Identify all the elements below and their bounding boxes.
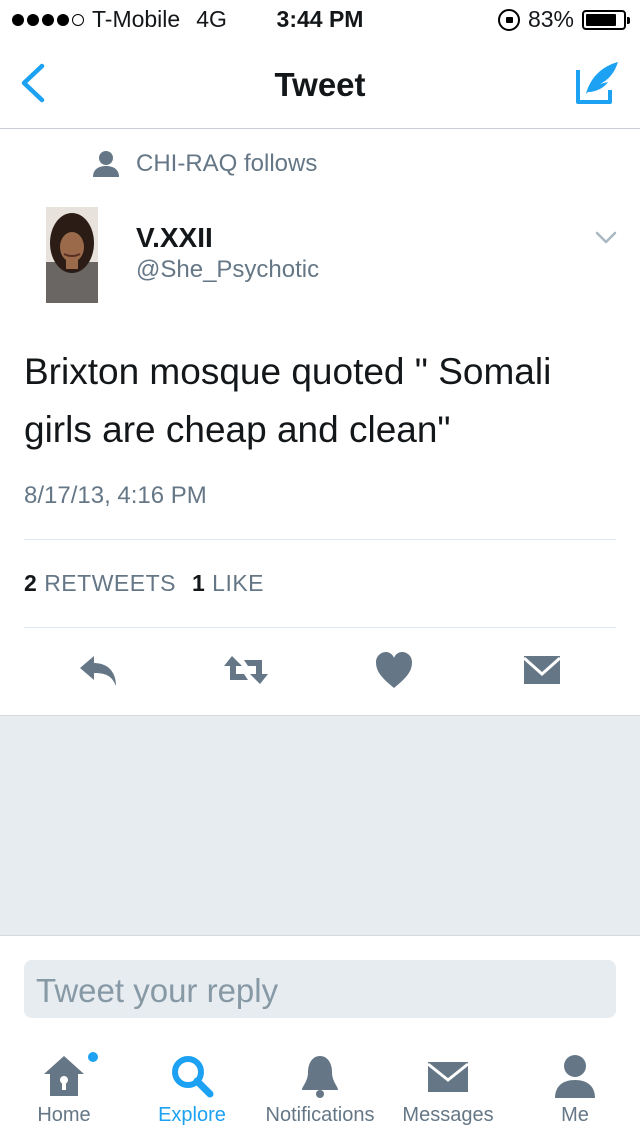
orientation-lock-icon <box>497 8 520 31</box>
tab-explore[interactable]: Explore <box>138 1040 246 1136</box>
chevron-down-icon <box>595 231 617 244</box>
tab-label: Me <box>561 1104 589 1126</box>
heart-icon <box>376 652 412 688</box>
user-handle[interactable]: @She_Psychotic <box>136 256 319 284</box>
person-icon <box>93 151 119 177</box>
tweet-stats: 2 RETWEETS 1 LIKE <box>24 570 264 597</box>
tab-label: Explore <box>158 1104 226 1126</box>
tab-label: Home <box>37 1104 91 1126</box>
avatar[interactable] <box>46 207 98 303</box>
tab-home[interactable]: Home <box>10 1040 118 1136</box>
retweets-stat[interactable]: 2 RETWEETS <box>24 570 176 597</box>
bell-icon <box>302 1056 338 1098</box>
likes-count: 1 <box>191 570 206 596</box>
battery-percent: 83% <box>527 6 574 32</box>
direct-message-button[interactable] <box>520 648 564 692</box>
envelope-icon <box>427 1062 469 1092</box>
retweets-count: 2 <box>24 570 38 596</box>
page-title: Tweet <box>274 66 366 103</box>
search-icon <box>172 1056 214 1098</box>
divider <box>24 539 616 540</box>
reply-icon <box>80 656 116 686</box>
social-context: CHI-RAQ follows <box>92 150 317 178</box>
status-bar: T-Mobile 4G 3:44 PM 83% <box>0 0 640 40</box>
divider <box>24 627 616 628</box>
retweet-icon <box>224 656 268 684</box>
avatar-image <box>46 207 98 303</box>
tweet-timestamp: 8/17/13, 4:16 PM <box>24 482 207 509</box>
tab-notifications[interactable]: Notifications <box>254 1040 386 1136</box>
like-button[interactable] <box>372 648 416 692</box>
tab-label: Notifications <box>265 1104 375 1126</box>
navigation-bar: Tweet <box>0 40 640 129</box>
tweet-options-button[interactable] <box>594 228 618 248</box>
envelope-icon <box>523 656 561 684</box>
battery-icon <box>582 9 630 30</box>
compose-feather-icon <box>576 62 618 104</box>
likes-stat[interactable]: 1 LIKE <box>192 570 264 597</box>
likes-label: LIKE <box>212 570 265 596</box>
new-content-dot <box>88 1052 98 1062</box>
compose-tweet-button[interactable] <box>574 58 622 106</box>
reply-button[interactable] <box>76 648 120 692</box>
replies-area <box>0 715 640 936</box>
tab-bar: Home Explore Notifications Messages Me <box>0 1040 640 1136</box>
social-context-text: CHI-RAQ follows <box>136 150 318 177</box>
tab-label: Messages <box>402 1104 494 1126</box>
status-right: 83% <box>497 6 630 33</box>
tweet-actions <box>0 648 640 694</box>
tab-messages[interactable]: Messages <box>390 1040 506 1136</box>
user-name[interactable]: V.XXII <box>136 222 213 254</box>
retweets-label: RETWEETS <box>44 570 176 596</box>
person-icon <box>555 1055 595 1098</box>
retweet-button[interactable] <box>222 648 268 692</box>
reply-input[interactable]: Tweet your reply <box>24 960 616 1018</box>
tab-me[interactable]: Me <box>530 1040 620 1136</box>
tweet-text: Brixton mosque quoted " Somali girls are… <box>24 351 552 450</box>
home-icon <box>44 1056 84 1096</box>
